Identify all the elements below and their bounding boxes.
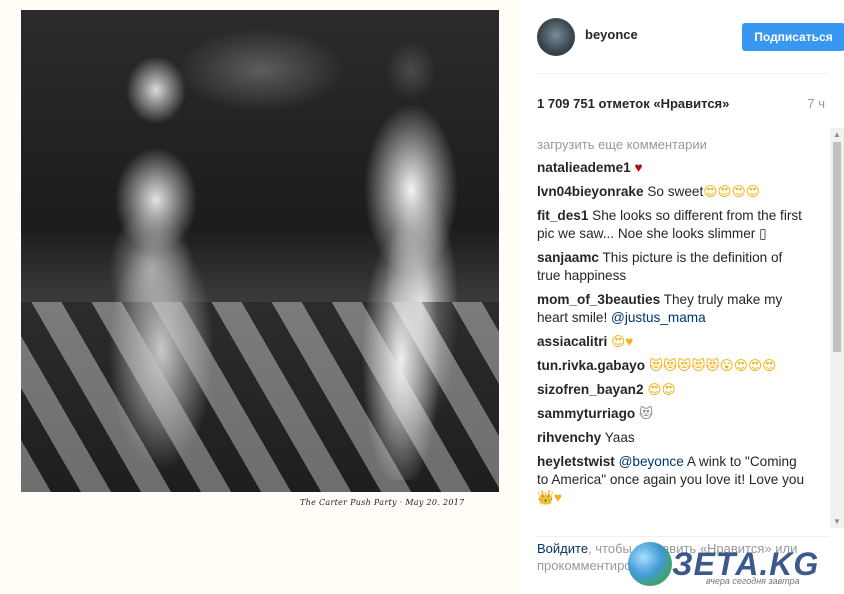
- comment-username[interactable]: sanjaamc: [537, 250, 599, 265]
- comment-item: sizofren_bayan2 😍😍: [537, 381, 809, 399]
- comment-item: natalieademe1 ♥: [537, 159, 809, 177]
- comment-username[interactable]: lvn04bieyonrake: [537, 184, 644, 199]
- comment-text: Yaas: [604, 430, 635, 445]
- comment-username[interactable]: sizofren_bayan2: [537, 382, 644, 397]
- comment-username[interactable]: assiacalitri: [537, 334, 607, 349]
- comment-item: mom_of_3beauties They truly make my hear…: [537, 291, 809, 327]
- globe-logo-icon: [628, 542, 672, 586]
- comments-scrollbar[interactable]: ▲ ▼: [830, 128, 844, 528]
- photo-figure-left: [61, 50, 251, 490]
- comment-item: assiacalitri 😍♥: [537, 333, 809, 351]
- post-time[interactable]: 7 ч: [807, 96, 825, 111]
- post-header: beyonce Подписаться: [536, 14, 844, 58]
- comment-username[interactable]: tun.rivka.gabayo: [537, 358, 645, 373]
- watermark-tagline: вчера сегодня завтра: [706, 576, 800, 586]
- follow-button[interactable]: Подписаться: [742, 23, 844, 51]
- comment-username[interactable]: heyletstwist: [537, 454, 615, 469]
- comment-item: sanjaamc This picture is the definition …: [537, 249, 809, 285]
- avatar[interactable]: [537, 18, 575, 56]
- comment-username[interactable]: mom_of_3beauties: [537, 292, 660, 307]
- comment-username[interactable]: rihvenchy: [537, 430, 601, 445]
- load-more-comments-link[interactable]: загрузить еще комментарии: [537, 137, 707, 152]
- cat-emoji-icon: 😻: [639, 406, 654, 421]
- comment-item: heyletstwist @beyonce A wink to "Coming …: [537, 453, 809, 507]
- post-sidebar: beyonce Подписаться 1 709 751 отметок «Н…: [520, 0, 844, 594]
- crown-emoji-icon: 👑♥: [537, 490, 562, 505]
- scrollbar-thumb[interactable]: [833, 142, 841, 352]
- photo-caption: The Carter Push Party · May 20. 2017: [300, 498, 465, 507]
- heart-emoji-icon: ♥: [634, 160, 643, 175]
- smile-emoji-icon: 😍😍😍😍: [703, 184, 760, 199]
- comment-item: rihvenchy Yaas: [537, 429, 809, 447]
- scroll-up-arrow-icon[interactable]: ▲: [833, 130, 841, 139]
- comment-username[interactable]: natalieademe1: [537, 160, 631, 175]
- site-watermark: ЗЕТА.KG вчера сегодня завтра: [618, 540, 838, 590]
- login-link[interactable]: Войдите: [537, 541, 588, 556]
- comment-username[interactable]: fit_des1: [537, 208, 588, 223]
- smile-emoji-icon: 😍😍: [647, 382, 676, 397]
- post-photo-panel: The Carter Push Party · May 20. 2017: [0, 0, 520, 594]
- comment-item: tun.rivka.gabayo 😻😻😻😻😻😮😍😍😍: [537, 357, 809, 375]
- header-divider: [537, 73, 829, 74]
- scroll-down-arrow-icon[interactable]: ▼: [833, 517, 841, 526]
- comment-mention-link[interactable]: @beyonce: [619, 454, 684, 469]
- comment-mention-link[interactable]: @justus_mama: [611, 310, 706, 325]
- comment-item: sammyturriago 😻: [537, 405, 809, 423]
- comments-list: natalieademe1 ♥ lvn04bieyonrake So sweet…: [537, 159, 809, 513]
- comment-item: fit_des1 She looks so different from the…: [537, 207, 809, 243]
- comment-username[interactable]: sammyturriago: [537, 406, 635, 421]
- comment-text: So sweet: [647, 184, 704, 199]
- smile-emoji-icon: 😍♥: [611, 334, 634, 349]
- comment-item: lvn04bieyonrake So sweet😍😍😍😍: [537, 183, 809, 201]
- footer-divider: [537, 536, 829, 537]
- cat-emoji-icon: 😻😻😻😻😻😮😍😍😍: [648, 358, 777, 373]
- post-photo[interactable]: [21, 10, 499, 492]
- photo-figure-right: [321, 30, 491, 480]
- likes-count[interactable]: 1 709 751 отметок «Нравится»: [537, 96, 729, 111]
- username-link[interactable]: beyonce: [585, 27, 638, 42]
